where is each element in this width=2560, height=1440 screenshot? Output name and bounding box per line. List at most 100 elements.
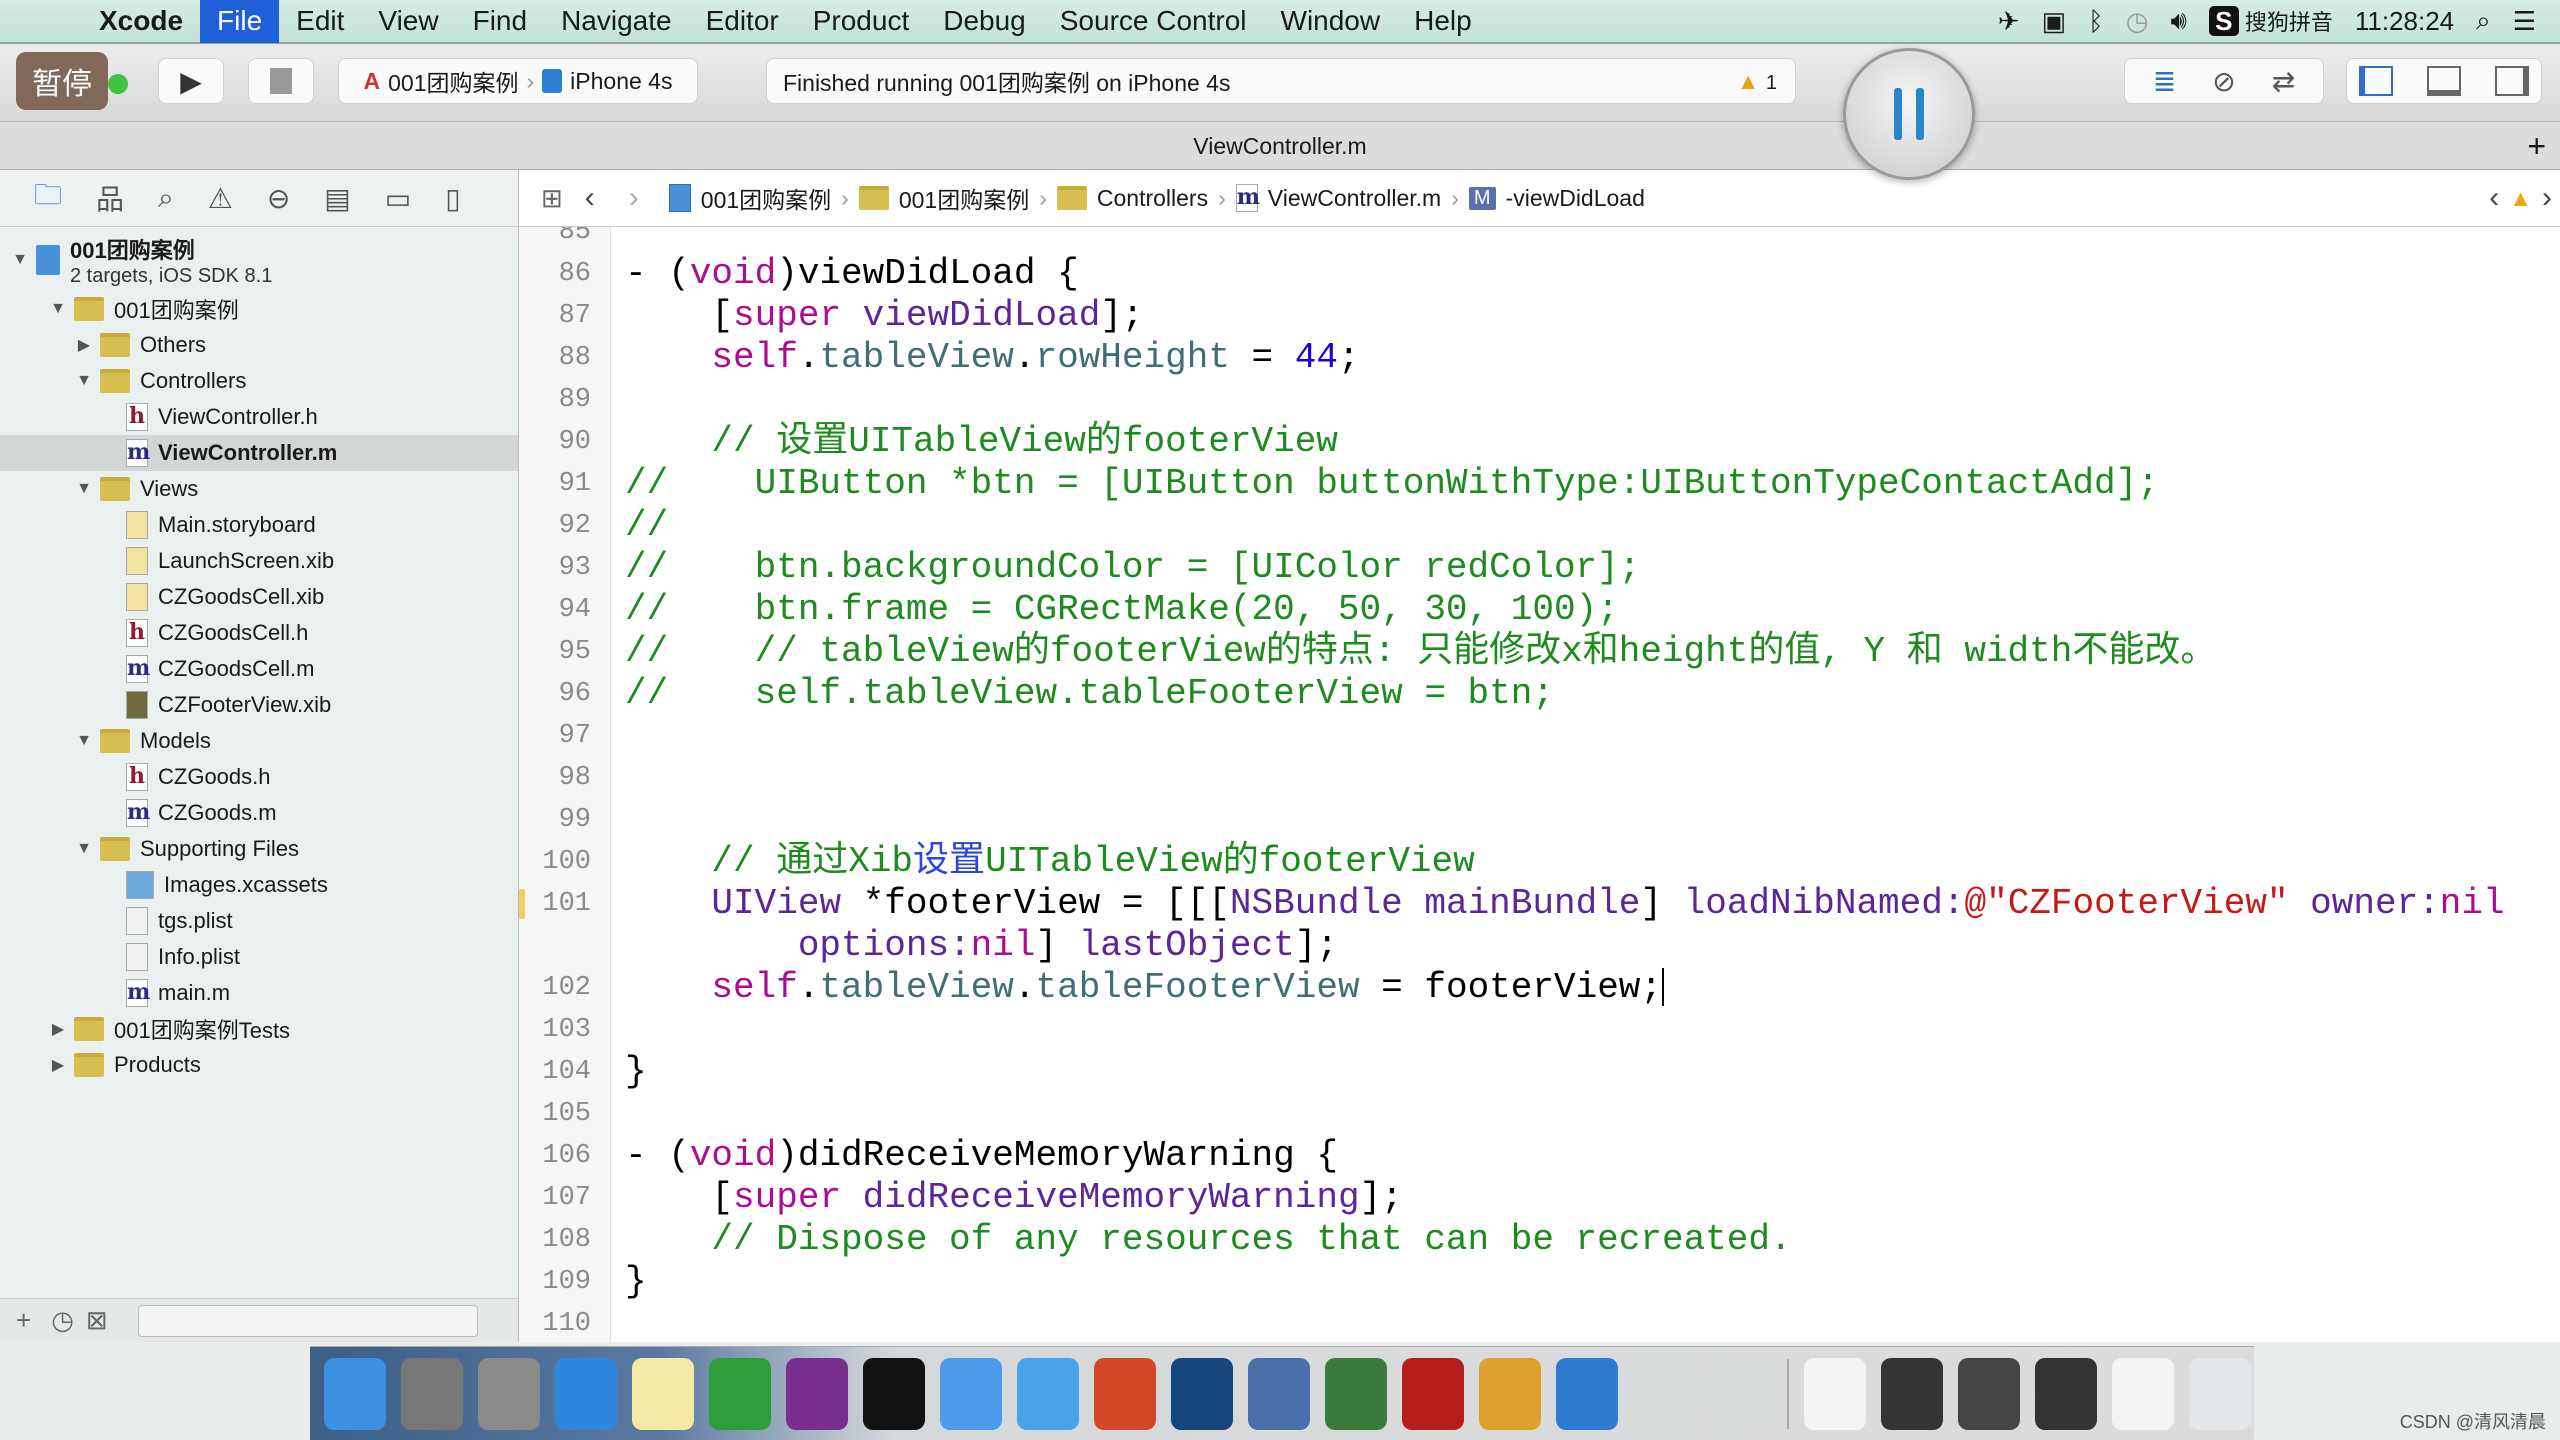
navigator-item[interactable]: ▶ Others	[0, 327, 518, 363]
code-line[interactable]: 101 UIView *footerView = [[[NSBundle mai…	[519, 883, 2560, 925]
jump-bar-item[interactable]: M -viewDidLoad	[1468, 185, 1645, 212]
code-line[interactable]: 104}	[519, 1051, 2560, 1093]
code-line[interactable]: 86 - (void)viewDidLoad {	[519, 253, 2560, 295]
menu-file[interactable]: File	[200, 0, 280, 43]
airplane-icon[interactable]: ✈	[1998, 6, 2020, 37]
project-navigator-icon[interactable]: 🗀	[34, 174, 62, 222]
document-icon[interactable]	[1804, 1357, 1866, 1430]
jump-bar-item[interactable]: 001团购案例	[668, 181, 831, 215]
clock[interactable]: 11:28:24	[2355, 6, 2454, 37]
code-line[interactable]: 102 self.tableView.tableFooterView = foo…	[519, 967, 2560, 1009]
navigator-item[interactable]: ▼ Controllers	[0, 363, 518, 399]
code-line[interactable]: 97	[519, 715, 2560, 757]
app-icon[interactable]	[1710, 1357, 1772, 1430]
disclosure-closed-icon[interactable]: ▶	[48, 1019, 68, 1039]
navigator-item[interactable]: Info.plist	[0, 939, 518, 975]
jump-bar-item[interactable]: m ViewController.m	[1235, 184, 1441, 212]
finder-icon[interactable]	[324, 1357, 386, 1430]
powerpoint-icon[interactable]	[1094, 1357, 1156, 1430]
next-issue-button[interactable]: ›	[2542, 181, 2552, 215]
screen-icon[interactable]	[1881, 1357, 1943, 1430]
network-icon[interactable]	[1325, 1357, 1387, 1430]
project-root-row[interactable]: ▼ 001团购案例 2 targets, iOS SDK 8.1	[0, 229, 518, 291]
video-icon[interactable]	[1248, 1357, 1310, 1430]
forward-button[interactable]: ›	[629, 181, 639, 215]
debug-navigator-icon[interactable]: ▤	[324, 182, 350, 215]
menu-help[interactable]: Help	[1397, 0, 1489, 43]
notification-center-icon[interactable]: ☰	[2513, 6, 2536, 37]
disclosure-open-icon[interactable]: ▼	[74, 840, 94, 858]
find-navigator-icon[interactable]: ⌕	[158, 182, 174, 215]
navigator-item[interactable]: h ViewController.h	[0, 399, 518, 435]
report-navigator-icon[interactable]: ▯	[445, 182, 460, 215]
add-file-button[interactable]: +	[16, 1305, 31, 1336]
onenote-icon[interactable]	[786, 1357, 848, 1430]
symbol-navigator-icon[interactable]: 品	[96, 178, 124, 218]
navigator-item[interactable]: ▼ Models	[0, 723, 518, 759]
menu-edit[interactable]: Edit	[279, 0, 361, 43]
code-line[interactable]: 105	[519, 1093, 2560, 1135]
scheme-selector[interactable]: A 001团购案例 › iPhone 4s	[338, 58, 698, 104]
folder-icon[interactable]	[1017, 1357, 1079, 1430]
navigator-item[interactable]: ▼ Supporting Files	[0, 831, 518, 867]
version-editor-icon[interactable]: ⇄	[2272, 65, 2295, 98]
safari-icon[interactable]	[555, 1357, 617, 1430]
code-line[interactable]: 109}	[519, 1261, 2560, 1303]
disclosure-open-icon[interactable]: ▼	[74, 372, 94, 390]
code-line[interactable]: 103	[519, 1009, 2560, 1051]
stop-button[interactable]	[248, 58, 314, 104]
launchpad-icon[interactable]	[478, 1357, 540, 1430]
related-items-icon[interactable]: ⊞	[541, 183, 563, 214]
assistant-editor-icon[interactable]: ⊘	[2212, 65, 2235, 98]
source-control-filter-icon[interactable]: ⊠	[86, 1305, 108, 1336]
code-line[interactable]: 99	[519, 799, 2560, 841]
volume-icon[interactable]: 🔊︎	[2170, 5, 2186, 37]
navigator-item[interactable]: tgs.plist	[0, 903, 518, 939]
word-icon[interactable]	[1556, 1357, 1618, 1430]
navigator-item[interactable]: m CZGoods.m	[0, 795, 518, 831]
trash-icon[interactable]	[2189, 1357, 2251, 1430]
excel-icon[interactable]	[709, 1357, 771, 1430]
code-line[interactable]: 87 [super viewDidLoad];	[519, 295, 2560, 337]
navigator-item[interactable]: Images.xcassets	[0, 867, 518, 903]
navigator-item[interactable]: m ViewController.m	[0, 435, 518, 471]
bluetooth-icon[interactable]: ᛒ	[2088, 6, 2104, 37]
disclosure-open-icon[interactable]: ▼	[74, 732, 94, 750]
issue-warning-icon[interactable]: ▲	[2509, 185, 2532, 212]
menu-xcode[interactable]: Xcode	[82, 0, 200, 43]
navigator-item[interactable]: ▶ 001团购案例Tests	[0, 1011, 518, 1047]
screen-icon[interactable]	[1958, 1357, 2020, 1430]
disclosure-open-icon[interactable]: ▼	[48, 300, 68, 318]
code-line[interactable]: 85	[519, 227, 2560, 253]
recording-pause-button[interactable]	[1843, 48, 1975, 180]
debug-area-toggle-icon[interactable]	[2427, 66, 2461, 96]
breakpoint-navigator-icon[interactable]: ▭	[385, 182, 411, 215]
notes-icon[interactable]	[632, 1357, 694, 1430]
navigator-item[interactable]: m main.m	[0, 975, 518, 1011]
disclosure-closed-icon[interactable]: ▶	[48, 1055, 68, 1075]
document-icon[interactable]	[2112, 1357, 2174, 1430]
code-line[interactable]: 95 // // tableView的footerView的特点: 只能修改x和h…	[519, 631, 2560, 673]
code-line[interactable]: 107 [super didReceiveMemoryWarning];	[519, 1177, 2560, 1219]
code-line[interactable]: 92 //	[519, 505, 2560, 547]
standard-editor-icon[interactable]: ≣	[2153, 65, 2176, 98]
navigator-item[interactable]: LaunchScreen.xib	[0, 543, 518, 579]
navigator-item[interactable]: h CZGoodsCell.h	[0, 615, 518, 651]
navigator-item[interactable]: CZFooterView.xib	[0, 687, 518, 723]
spotlight-icon[interactable]: ⌕	[2476, 5, 2491, 37]
screen-icon[interactable]	[2035, 1357, 2097, 1430]
code-line[interactable]: 106 - (void)didReceiveMemoryWarning {	[519, 1135, 2560, 1177]
input-method-icon[interactable]: S	[2208, 6, 2239, 36]
filezilla-icon[interactable]	[1402, 1357, 1464, 1430]
navigator-toggle-icon[interactable]	[2359, 66, 2393, 96]
terminal-icon[interactable]	[863, 1357, 925, 1430]
menu-find[interactable]: Find	[456, 0, 544, 43]
disclosure-closed-icon[interactable]: ▶	[74, 335, 94, 355]
code-line[interactable]: 98	[519, 757, 2560, 799]
menu-debug[interactable]: Debug	[926, 0, 1043, 43]
issue-navigator-icon[interactable]: ⚠	[208, 182, 233, 215]
input-method-label[interactable]: 搜狗拼音	[2245, 5, 2333, 37]
xcode-icon[interactable]	[940, 1357, 1002, 1430]
test-navigator-icon[interactable]: ⊖	[267, 182, 290, 215]
time-machine-icon[interactable]: ◷	[2126, 6, 2149, 37]
